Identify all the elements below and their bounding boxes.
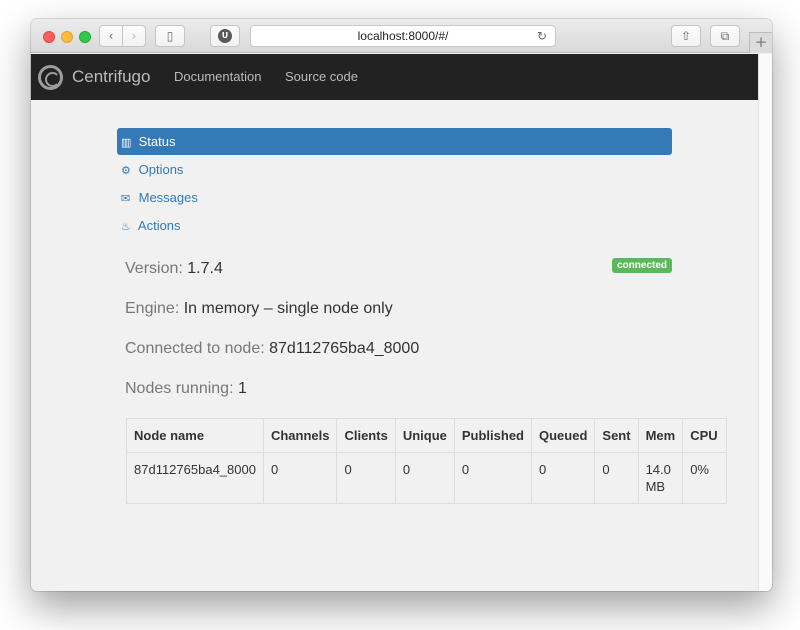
new-tab-button[interactable]: + xyxy=(749,32,772,53)
column-header-clients: Clients xyxy=(336,418,396,453)
centrifugo-logo-icon[interactable] xyxy=(38,65,63,90)
menu-item-options[interactable]: ⚙ Options xyxy=(117,156,672,183)
column-header-mem: Mem xyxy=(637,418,684,453)
cell-node-name: 87d112765ba4_8000 xyxy=(126,452,264,504)
envelope-icon: ✉ xyxy=(121,192,131,205)
browser-window: ‹ › ▯ U localhost:8000/#/ ↻ ⇧ ⧉ + Centri… xyxy=(31,19,772,591)
engine-line: Engine: In memory – single node only xyxy=(125,299,393,319)
cell-mem: 14.0 MB xyxy=(637,452,684,504)
connected-node-value: 87d112765ba4_8000 xyxy=(269,340,420,357)
cell-clients: 0 xyxy=(336,452,396,504)
table-header-row: Node name Channels Clients Unique Publis… xyxy=(126,418,728,453)
zoom-window-button[interactable] xyxy=(79,31,91,43)
reload-icon[interactable]: ↻ xyxy=(537,26,547,46)
menu-item-label: Actions xyxy=(137,218,181,233)
column-header-queued: Queued xyxy=(530,418,596,453)
connected-node-line: Connected to node: 87d112765ba4_8000 xyxy=(125,339,419,359)
nodes-running-label: Nodes running: xyxy=(125,380,234,397)
fire-icon: ♨ xyxy=(121,220,131,233)
cell-sent: 0 xyxy=(594,452,639,504)
column-header-cpu: CPU xyxy=(682,418,728,453)
menu-item-actions[interactable]: ♨ Actions xyxy=(117,212,672,239)
cog-icon: ⚙ xyxy=(121,164,131,177)
column-header-sent: Sent xyxy=(594,418,639,453)
cell-queued: 0 xyxy=(530,452,596,504)
column-header-unique: Unique xyxy=(394,418,455,453)
column-header-node-name: Node name xyxy=(126,418,264,453)
share-icon: ⇧ xyxy=(680,29,692,43)
brand-name[interactable]: Centrifugo xyxy=(72,67,150,87)
tab-overview-button[interactable]: ⧉ xyxy=(710,25,740,47)
main-content: ▥ Status ⚙ Options ✉ Messages ♨ Actions … xyxy=(31,100,758,591)
extension-icon: U xyxy=(218,28,232,43)
plus-icon: + xyxy=(754,33,768,51)
bar-chart-icon: ▥ xyxy=(121,136,132,149)
sidebar-icon: ▯ xyxy=(166,29,174,43)
menu-item-label: Options xyxy=(138,162,184,177)
nodes-table: Node name Channels Clients Unique Publis… xyxy=(126,418,728,504)
version-label: Version: xyxy=(125,260,183,277)
forward-button[interactable]: › xyxy=(122,25,146,47)
cell-unique: 0 xyxy=(394,452,455,504)
share-button[interactable]: ⇧ xyxy=(671,25,701,47)
minimize-window-button[interactable] xyxy=(61,31,73,43)
nodes-running-value: 1 xyxy=(237,380,247,397)
chevron-right-icon: › xyxy=(131,29,137,43)
address-bar[interactable]: localhost:8000/#/ ↻ xyxy=(250,25,556,47)
menu-item-label: Status xyxy=(138,134,176,149)
extension-button[interactable]: U xyxy=(210,25,240,47)
connected-node-label: Connected to node: xyxy=(125,340,265,357)
menu-item-messages[interactable]: ✉ Messages xyxy=(117,184,672,211)
url-text: localhost:8000/#/ xyxy=(357,29,449,43)
menu-item-status[interactable]: ▥ Status xyxy=(117,128,672,155)
cell-cpu: 0% xyxy=(682,452,728,504)
cell-channels: 0 xyxy=(262,452,338,504)
nav-link-source-code[interactable]: Source code xyxy=(285,69,358,85)
column-header-published: Published xyxy=(453,418,533,453)
browser-toolbar: ‹ › ▯ U localhost:8000/#/ ↻ ⇧ ⧉ xyxy=(31,19,772,53)
nodes-running-line: Nodes running: 1 xyxy=(125,379,247,399)
version-value: 1.7.4 xyxy=(187,260,223,277)
sidebar-toggle-button[interactable]: ▯ xyxy=(155,25,185,47)
top-navbar: Centrifugo Documentation Source code xyxy=(31,54,758,100)
cell-published: 0 xyxy=(453,452,533,504)
engine-value: In memory – single node only xyxy=(183,300,393,317)
chevron-left-icon: ‹ xyxy=(108,29,114,43)
engine-label: Engine: xyxy=(125,300,180,317)
back-button[interactable]: ‹ xyxy=(99,25,123,47)
menu-item-label: Messages xyxy=(138,190,198,205)
status-badge: connected xyxy=(612,258,673,273)
table-row: 87d112765ba4_8000 0 0 0 0 0 0 14.0 MB 0% xyxy=(126,452,728,504)
close-window-button[interactable] xyxy=(43,31,55,43)
scrollbar[interactable] xyxy=(758,54,772,591)
tabs-icon: ⧉ xyxy=(720,29,730,43)
nav-link-documentation[interactable]: Documentation xyxy=(174,69,261,85)
column-header-channels: Channels xyxy=(262,418,338,453)
version-line: Version: 1.7.4 xyxy=(125,259,223,279)
